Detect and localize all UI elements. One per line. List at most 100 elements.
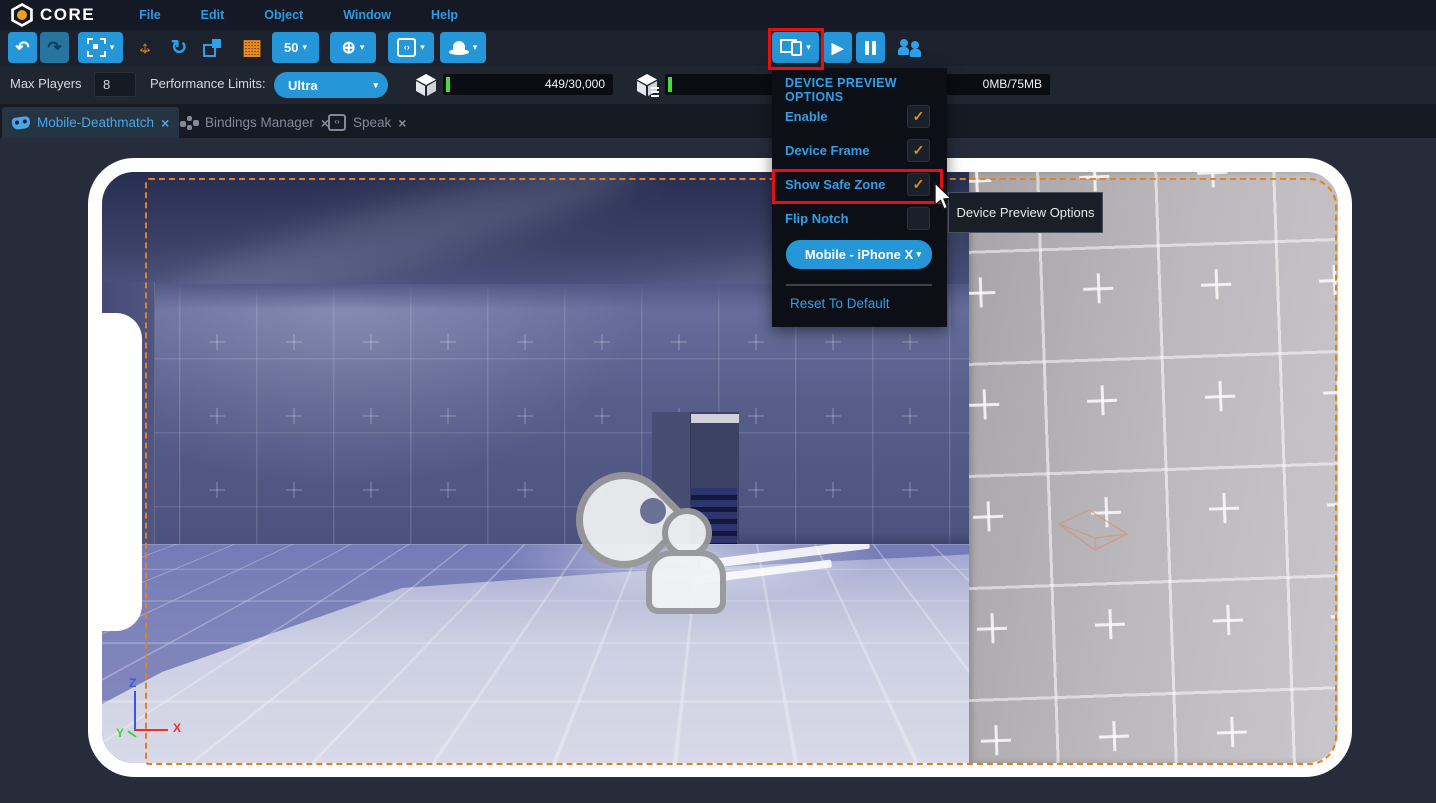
undo-button[interactable]: ↶ xyxy=(8,32,37,63)
performance-limits-label: Performance Limits: xyxy=(150,76,266,91)
tabs-bar: Mobile-Deathmatch × Bindings Manager × ‹… xyxy=(0,104,1436,138)
toolbar: ↶ ↷ ▾ ↔↕ ↻ ▦ 50 ▾ ⊕ ▾ ‹› ▾ ▾ xyxy=(0,30,1436,66)
grid-plus-mark xyxy=(1334,712,1338,743)
grid-plus-mark xyxy=(825,334,841,350)
enable-checkbox[interactable]: ✓ xyxy=(907,105,930,128)
tooltip-text: Device Preview Options xyxy=(957,205,1095,220)
max-players-input[interactable]: 8 xyxy=(94,72,136,97)
core-logo: CORE xyxy=(10,3,95,27)
play-icon: ▶ xyxy=(832,39,844,57)
grid-plus-mark xyxy=(1319,265,1338,296)
rotate-tool-button[interactable]: ↻ xyxy=(164,32,194,63)
play-button[interactable]: ▶ xyxy=(823,32,852,63)
grid-size-dropdown[interactable]: 50 ▾ xyxy=(272,32,319,63)
grid-plus-mark xyxy=(902,334,918,350)
grid-plus-mark xyxy=(1098,721,1129,752)
grid-icon: ▦ xyxy=(242,35,262,60)
move-tool-icon: ↔↕ xyxy=(135,38,155,58)
grid-plus-mark xyxy=(517,408,533,424)
grid-plus-mark xyxy=(517,482,533,498)
viewport: Z X Y xyxy=(0,138,1436,803)
menu-object[interactable]: Object xyxy=(244,2,323,28)
menu-edit[interactable]: Edit xyxy=(181,2,245,28)
grid-plus-mark xyxy=(440,408,456,424)
menu-window[interactable]: Window xyxy=(323,2,411,28)
tooltip: Device Preview Options xyxy=(948,192,1103,233)
world-dropdown[interactable]: ⊕ ▾ xyxy=(330,32,376,63)
scale-tool-button[interactable] xyxy=(197,32,227,63)
chevron-down-icon: ▾ xyxy=(110,42,115,53)
menu-help[interactable]: Help xyxy=(411,2,478,28)
chevron-down-icon: ▾ xyxy=(360,42,365,53)
grid-plus-mark xyxy=(671,334,687,350)
grid-plus-mark xyxy=(1201,269,1232,300)
chevron-down-icon: ▾ xyxy=(420,42,425,53)
undo-icon: ↶ xyxy=(15,38,29,58)
memory-text: 0MB/75MB xyxy=(983,74,1042,95)
device-frame-checkbox[interactable]: ✓ xyxy=(907,139,930,162)
grid-plus-mark xyxy=(594,408,610,424)
object-count-bar: 449/30,000 xyxy=(443,74,613,95)
snap-grid-button[interactable]: ▦ xyxy=(237,32,267,63)
grid-plus-mark xyxy=(1208,493,1239,524)
device-preview-options-button[interactable]: ▾ xyxy=(772,32,819,63)
menu-file[interactable]: File xyxy=(119,2,181,28)
grid-plus-mark xyxy=(209,408,225,424)
multiplayer-preview-button[interactable] xyxy=(894,32,926,63)
close-icon[interactable]: × xyxy=(398,115,406,131)
grid-plus-mark xyxy=(902,482,918,498)
terrain-dropdown[interactable]: ▾ xyxy=(440,32,486,63)
device-preview-icon xyxy=(780,39,802,56)
object-count-cube-icon xyxy=(415,73,437,97)
spawn-pin-hole xyxy=(640,498,666,524)
redo-button[interactable]: ↷ xyxy=(40,32,69,63)
bindings-tab-icon xyxy=(180,116,198,130)
performance-limits-dropdown[interactable]: Ultra ▾ xyxy=(274,72,388,98)
select-mode-button[interactable]: ▾ xyxy=(78,32,123,63)
tab-label: Speak xyxy=(353,115,391,130)
scene-canvas[interactable]: Z X Y xyxy=(102,172,1338,763)
flip-notch-checkbox[interactable] xyxy=(907,207,930,230)
close-icon[interactable]: × xyxy=(161,115,169,131)
performance-limits-value: Ultra xyxy=(288,78,318,93)
menu-header: DEVICE PREVIEW OPTIONS xyxy=(785,76,947,104)
multiplayer-people-icon xyxy=(897,38,923,58)
object-count-text: 449/30,000 xyxy=(545,74,605,95)
grid-plus-mark xyxy=(1079,172,1110,192)
z-axis-line xyxy=(134,691,136,729)
player-body-icon xyxy=(646,550,726,614)
grid-plus-mark xyxy=(1094,609,1125,640)
tab-label: Bindings Manager xyxy=(205,115,314,130)
grid-plus-mark xyxy=(286,334,302,350)
grid-plus-mark xyxy=(286,482,302,498)
menu-bar: CORE File Edit Object Window Help xyxy=(0,0,1436,30)
grid-plus-mark xyxy=(1326,488,1338,519)
memory-cube-icon xyxy=(637,73,660,97)
reset-to-default-link[interactable]: Reset To Default xyxy=(790,296,890,311)
grid-size-value: 50 xyxy=(284,40,298,55)
axis-gizmo: Z X Y xyxy=(115,683,205,753)
performance-bar: Max Players 8 Performance Limits: Ultra … xyxy=(0,66,1436,104)
script-tab-icon: ‹› xyxy=(328,114,346,131)
chevron-down-icon: ▾ xyxy=(916,249,921,260)
device-select-dropdown[interactable]: Mobile - iPhone X ▾ xyxy=(786,240,932,269)
tab-speak[interactable]: ‹› Speak × xyxy=(318,107,416,138)
tab-bindings-manager[interactable]: Bindings Manager × xyxy=(170,107,339,138)
grid-plus-mark xyxy=(1330,600,1338,631)
pause-button[interactable] xyxy=(856,32,885,63)
grid-plus-mark xyxy=(1212,605,1243,636)
grid-plus-mark xyxy=(969,277,996,308)
grid-plus-mark xyxy=(1322,377,1338,408)
script-dropdown[interactable]: ‹› ▾ xyxy=(388,32,434,63)
move-tool-button[interactable]: ↔↕ xyxy=(130,32,160,63)
spawn-point-gizmo[interactable] xyxy=(570,458,700,603)
main-menu: File Edit Object Window Help xyxy=(119,2,478,28)
tab-mobile-deathmatch[interactable]: Mobile-Deathmatch × xyxy=(2,107,179,138)
grid-plus-mark xyxy=(209,334,225,350)
grid-plus-mark xyxy=(748,408,764,424)
grid-plus-mark xyxy=(973,501,1004,532)
grid-plus-mark xyxy=(969,389,1000,420)
scene-tab-icon xyxy=(11,115,30,129)
show-safe-zone-checkbox[interactable]: ✓ xyxy=(907,173,930,196)
grid-plus-mark xyxy=(825,482,841,498)
